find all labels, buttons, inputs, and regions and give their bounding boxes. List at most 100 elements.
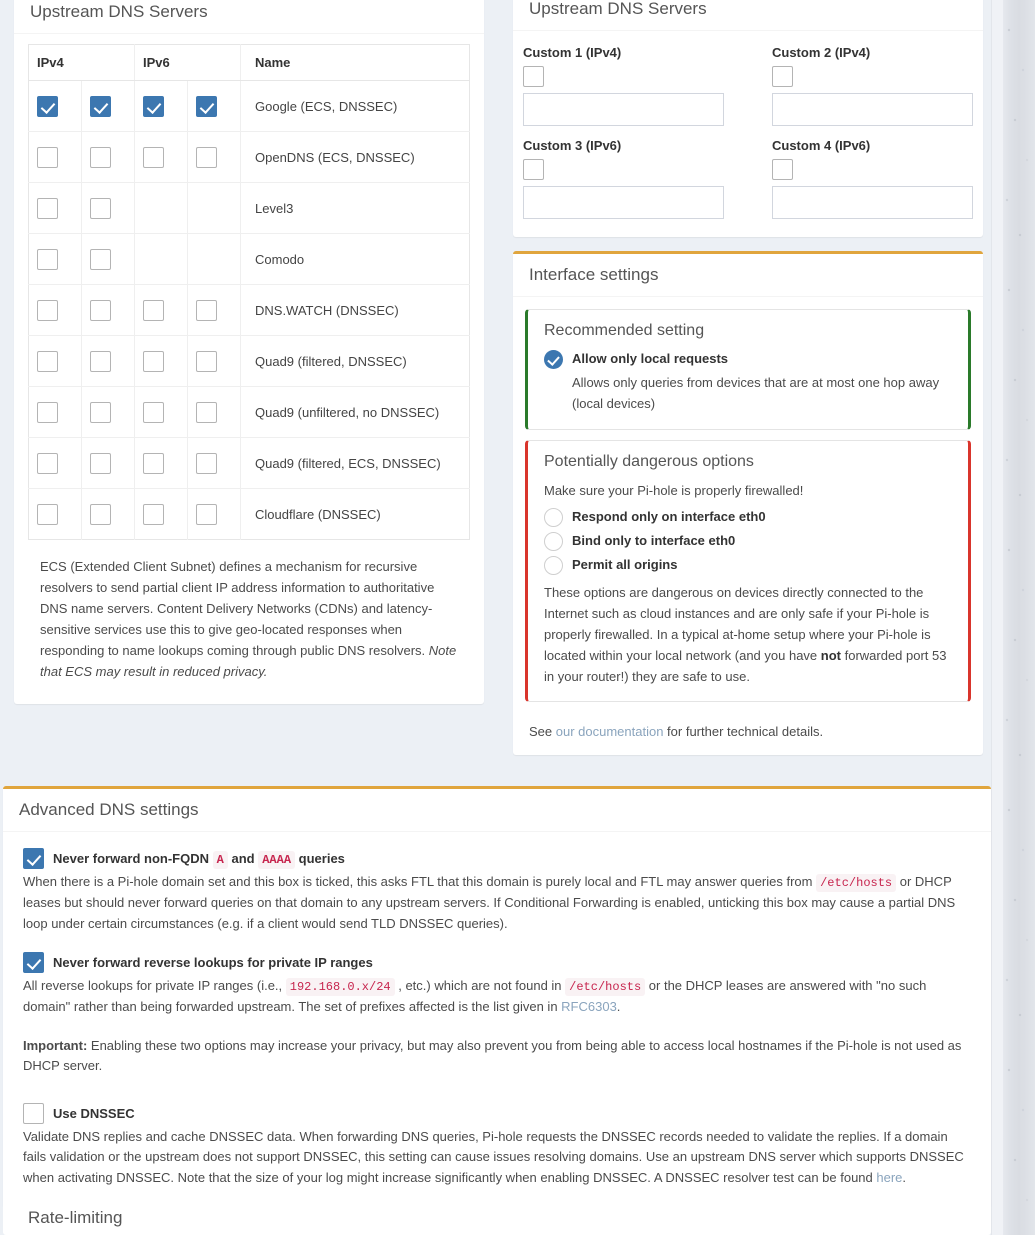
custom-dns-fields-grid: Custom 1 (IPv4) Custom 2 (IPv4) Custom 3 (… xyxy=(513,31,983,237)
dns-server-checkbox[interactable] xyxy=(37,146,58,168)
radio-button-icon[interactable] xyxy=(544,531,563,551)
dns-checkbox-cell[interactable] xyxy=(134,131,188,184)
dns-server-checkbox[interactable] xyxy=(37,350,58,372)
dns-checkbox-cell[interactable] xyxy=(81,182,135,235)
dns-server-checkbox[interactable] xyxy=(196,503,217,525)
dns-server-checkbox[interactable] xyxy=(143,452,164,474)
custom-dns-enable-checkbox[interactable] xyxy=(772,66,793,88)
dns-checkbox-cell[interactable] xyxy=(134,335,188,388)
option-never-forward-non-fqdn[interactable]: Never forward non-FQDN A and AAAA querie… xyxy=(23,848,971,870)
dns-server-checkbox[interactable] xyxy=(37,299,58,321)
dns-server-checkbox[interactable] xyxy=(90,248,111,270)
dns-server-checkbox[interactable] xyxy=(90,146,111,168)
dangerous-option-row[interactable]: Permit all origins xyxy=(544,555,952,575)
dns-server-checkbox[interactable] xyxy=(37,95,58,117)
custom-dns-address-input[interactable] xyxy=(772,93,973,127)
dns-checkbox-cell[interactable] xyxy=(28,284,82,337)
dns-server-name: Quad9 (filtered, ECS, DNSSEC) xyxy=(240,437,470,490)
dangerous-options-box: Potentially dangerous options Make sure … xyxy=(525,439,971,703)
custom-dns-address-input[interactable] xyxy=(523,93,724,127)
dns-checkbox-cell[interactable] xyxy=(187,335,241,388)
dangerous-option-row[interactable]: Respond only on interface eth0 xyxy=(544,507,952,527)
dns-server-checkbox[interactable] xyxy=(143,146,164,168)
custom-dns-enable-checkbox[interactable] xyxy=(523,66,544,88)
dns-server-checkbox[interactable] xyxy=(37,452,58,474)
dns-server-checkbox[interactable] xyxy=(90,350,111,372)
dns-checkbox-cell[interactable] xyxy=(28,488,82,540)
dns-checkbox-cell[interactable] xyxy=(134,284,188,337)
dns-server-checkbox[interactable] xyxy=(90,95,111,117)
dns-server-checkbox[interactable] xyxy=(37,248,58,270)
rfc6303-link[interactable]: RFC6303 xyxy=(561,999,617,1014)
dns-checkbox-cell[interactable] xyxy=(28,182,82,235)
dns-checkbox-cell[interactable] xyxy=(134,386,188,439)
our-documentation-link[interactable]: our documentation xyxy=(556,724,664,739)
dns-checkbox-cell[interactable] xyxy=(81,437,135,490)
dns-server-checkbox[interactable] xyxy=(143,503,164,525)
dns-checkbox-cell[interactable] xyxy=(134,437,188,490)
option-label: Allow only local requests xyxy=(572,351,729,367)
dns-checkbox-cell[interactable] xyxy=(187,488,241,540)
dns-server-checkbox[interactable] xyxy=(143,401,164,423)
dns-checkbox-cell[interactable] xyxy=(134,80,188,133)
custom-dns-address-input[interactable] xyxy=(772,186,973,220)
dns-server-checkbox[interactable] xyxy=(196,401,217,423)
dns-checkbox-cell[interactable] xyxy=(187,284,241,337)
dns-checkbox-cell[interactable] xyxy=(28,233,82,286)
custom-dns-enable-checkbox[interactable] xyxy=(772,159,793,181)
dns-checkbox-cell[interactable] xyxy=(28,131,82,184)
checkbox-never-forward-reverse-lookups[interactable] xyxy=(23,952,44,974)
dns-checkbox-cell[interactable] xyxy=(81,386,135,439)
dns-checkbox-cell[interactable] xyxy=(81,233,135,286)
vertical-scrollbar[interactable] xyxy=(991,0,1003,1235)
dns-server-checkbox[interactable] xyxy=(143,299,164,321)
dns-server-checkbox[interactable] xyxy=(196,452,217,474)
dns-server-checkbox[interactable] xyxy=(143,95,164,117)
dns-checkbox-cell[interactable] xyxy=(81,488,135,540)
check-circle-icon[interactable] xyxy=(544,350,563,370)
dns-server-checkbox[interactable] xyxy=(90,299,111,321)
dnssec-test-link[interactable]: here xyxy=(876,1170,902,1185)
dnssec-desc-1: Validate DNS replies and cache DNSSEC da… xyxy=(23,1128,964,1185)
dns-checkbox-cell[interactable] xyxy=(187,386,241,439)
dns-checkbox-cell[interactable] xyxy=(28,386,82,439)
dns-server-checkbox[interactable] xyxy=(143,350,164,372)
option-never-forward-reverse-lookups[interactable]: Never forward reverse lookups for privat… xyxy=(23,952,971,974)
checkbox-use-dnssec[interactable] xyxy=(23,1102,44,1124)
dns-server-checkbox[interactable] xyxy=(196,146,217,168)
dns-checkbox-cell[interactable] xyxy=(187,131,241,184)
dangerous-desc-bold: not xyxy=(820,647,841,663)
dns-server-checkbox[interactable] xyxy=(37,503,58,525)
dns-server-checkbox[interactable] xyxy=(37,197,58,219)
dns-server-checkbox[interactable] xyxy=(90,197,111,219)
dns-checkbox-cell[interactable] xyxy=(81,131,135,184)
checkbox-never-forward-non-fqdn[interactable] xyxy=(23,848,44,870)
code-etc-hosts: /etc/hosts xyxy=(816,874,897,893)
dangerous-options-title: Potentially dangerous options xyxy=(544,452,754,470)
dns-server-checkbox[interactable] xyxy=(90,452,111,474)
doc-footer-post: for further technical details. xyxy=(663,724,824,740)
dns-server-checkbox[interactable] xyxy=(196,95,217,117)
dns-checkbox-cell[interactable] xyxy=(187,437,241,490)
radio-button-icon[interactable] xyxy=(544,555,563,575)
option-use-dnssec[interactable]: Use DNSSEC xyxy=(23,1102,971,1124)
dangerous-option-row[interactable]: Bind only to interface eth0 xyxy=(544,531,952,551)
dns-checkbox-cell[interactable] xyxy=(134,488,188,540)
custom-dns-address-input[interactable] xyxy=(523,186,724,220)
dns-checkbox-cell[interactable] xyxy=(187,80,241,133)
table-row: Quad9 (filtered, ECS, DNSSEC) xyxy=(28,437,470,490)
option-allow-only-local-requests[interactable]: Allow only local requests xyxy=(544,349,952,370)
dns-checkbox-cell[interactable] xyxy=(81,284,135,337)
dns-server-checkbox[interactable] xyxy=(37,401,58,423)
dns-checkbox-cell[interactable] xyxy=(28,437,82,490)
dns-checkbox-cell[interactable] xyxy=(28,80,82,133)
dns-checkbox-cell[interactable] xyxy=(81,335,135,388)
dns-server-checkbox[interactable] xyxy=(90,401,111,423)
dns-checkbox-cell[interactable] xyxy=(81,80,135,133)
dns-server-checkbox[interactable] xyxy=(90,503,111,525)
radio-button-icon[interactable] xyxy=(544,507,563,527)
dns-server-checkbox[interactable] xyxy=(196,299,217,321)
dns-checkbox-cell[interactable] xyxy=(28,335,82,388)
custom-dns-enable-checkbox[interactable] xyxy=(523,159,544,181)
dns-server-checkbox[interactable] xyxy=(196,350,217,372)
